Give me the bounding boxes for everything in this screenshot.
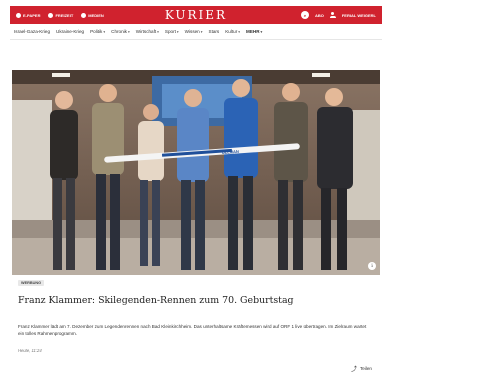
sponsored-badge: WERBUNG (18, 280, 45, 286)
nav-item-label: Wissen (184, 29, 200, 34)
article-lead: Franz Klammer lädt am 7. Dezember zum Le… (18, 324, 367, 336)
top-bar: E-PAPER FREIZEIT MEDIEN KURIER ⌕ ABO FER… (10, 6, 382, 24)
chevron-down-icon: ▾ (260, 29, 263, 34)
nav-item-kultur[interactable]: Kultur ▾ (225, 29, 240, 34)
nav-item-mehr[interactable]: MEHR ▾ (246, 29, 262, 34)
chevron-down-icon: ▾ (200, 29, 203, 34)
nav-item-israel-gaza[interactable]: Israel-Gaza-Krieg (14, 29, 50, 34)
article-card[interactable]: ULLMAN i WERBUNG Franz Klammer: Skilegen… (12, 70, 380, 373)
article-timestamp: Heute, 11:24 (18, 348, 42, 353)
nav-item-wirtschaft[interactable]: Wirtschaft ▾ (136, 29, 159, 34)
nav-item-label: Ukraine-Krieg (56, 29, 85, 34)
nav-item-wissen[interactable]: Wissen ▾ (185, 29, 203, 34)
nav-item-stars[interactable]: Stars (209, 29, 220, 34)
user-icon (329, 12, 336, 18)
nav-item-label: Chronik (111, 29, 127, 34)
share-label: Teilen (359, 366, 372, 371)
nav-item-label: MEHR (246, 29, 260, 34)
search-icon[interactable]: ⌕ (300, 11, 309, 19)
chevron-down-icon: ▾ (176, 29, 179, 34)
group-photo-illustration: ULLMAN (12, 70, 380, 275)
main-nav: Israel-Gaza-Krieg Ukraine-Krieg Politik ▾… (10, 24, 382, 40)
article-headline[interactable]: Franz Klammer: Skilegenden-Rennen zum 70… (18, 295, 374, 306)
nav-item-sport[interactable]: Sport ▾ (165, 29, 179, 34)
nav-item-ukraine[interactable]: Ukraine-Krieg (56, 29, 84, 34)
top-bar-account: ⌕ ABO FERIAL WEIGERL (300, 6, 376, 24)
page: E-PAPER FREIZEIT MEDIEN KURIER ⌕ ABO FER… (10, 6, 382, 377)
nav-item-chronik[interactable]: Chronik ▾ (111, 29, 130, 34)
chevron-down-icon: ▾ (238, 29, 241, 34)
chevron-down-icon: ▾ (103, 29, 106, 34)
chevron-down-icon: ▾ (157, 29, 159, 34)
login-link[interactable]: FERIAL WEIGERL (342, 13, 376, 18)
nav-item-label: Stars (208, 29, 220, 34)
nav-item-label: Sport (164, 29, 176, 34)
share-button[interactable]: ⤴ Teilen (351, 364, 372, 373)
nav-item-label: Israel-Gaza-Krieg (14, 29, 50, 34)
nav-item-label: Wirtschaft (135, 29, 157, 34)
chevron-down-icon: ▾ (127, 29, 130, 34)
nav-item-politik[interactable]: Politik ▾ (90, 29, 105, 34)
abo-link[interactable]: ABO (315, 13, 324, 18)
nav-item-label: Kultur (225, 29, 238, 34)
article-photo[interactable]: ULLMAN i (12, 70, 380, 275)
info-icon[interactable]: i (368, 262, 376, 270)
nav-item-label: Politik (90, 29, 103, 34)
share-icon: ⤴ (350, 367, 357, 373)
